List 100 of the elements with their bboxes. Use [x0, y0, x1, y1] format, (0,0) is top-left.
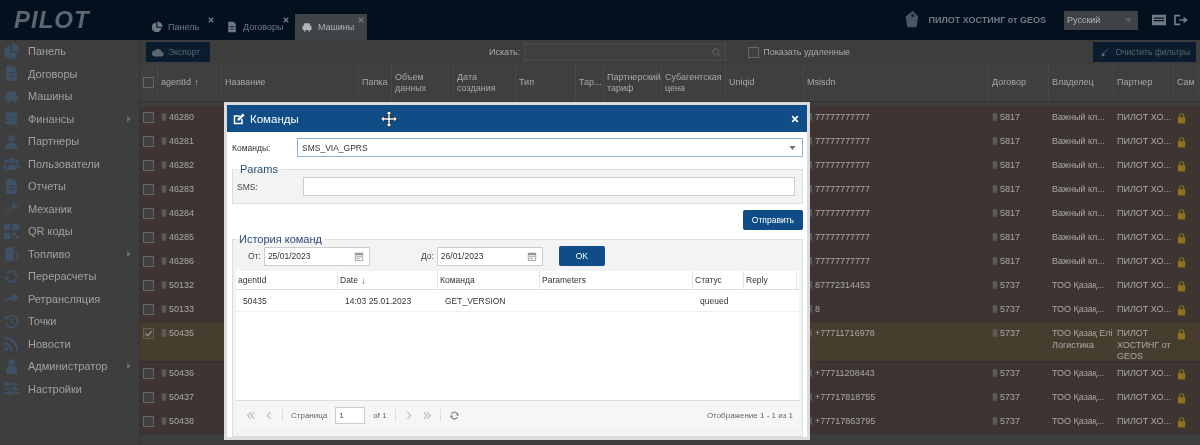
row-checkbox[interactable] [143, 256, 154, 267]
table-cell-text: GET_VERSION [444, 294, 507, 308]
ok-button[interactable]: OK [558, 246, 605, 266]
column-header[interactable]: Название [222, 64, 359, 101]
sidebar-item[interactable]: Партнеры [0, 130, 139, 153]
column-header[interactable]: Статус [693, 271, 744, 289]
table-cell: ПИЛОТ ХО... [1117, 112, 1172, 124]
close-icon[interactable] [283, 17, 289, 23]
sidebar-item[interactable]: Новости [0, 332, 139, 355]
sidebar-item[interactable]: QR коды [0, 220, 139, 243]
table-cell: ТОО Қазақ... [1052, 304, 1105, 316]
date-field[interactable]: 25/01/2023 [263, 246, 370, 266]
column-header[interactable]: Reply [744, 271, 797, 289]
sidebar-item[interactable]: Точки [0, 310, 139, 333]
coins-icon [3, 110, 20, 128]
row-checkbox[interactable] [143, 232, 154, 243]
sidebar-item[interactable]: Машины [0, 85, 139, 108]
table-cell-text: ПИЛОТ ХОСТИНГ от GEOS [1117, 328, 1172, 361]
lock-icon [1177, 280, 1186, 292]
row-checkbox[interactable] [143, 304, 154, 315]
sidebar-item[interactable]: Отчеты [0, 175, 139, 198]
search-icon [712, 47, 722, 57]
sidebar-item[interactable]: Ретрансляция [0, 287, 139, 310]
sidebar-item[interactable]: Топливо [0, 242, 139, 265]
column-header[interactable]: Тип [516, 64, 576, 101]
tab[interactable]: Машины [295, 14, 367, 40]
sidebar-item[interactable]: Финансы [0, 107, 139, 130]
table-cell: 46281 [169, 136, 195, 146]
sidebar-item[interactable]: Перерасчеты [0, 265, 139, 288]
table-cell: ПИЛОТ ХО... [1117, 368, 1172, 380]
row-checkbox[interactable] [143, 208, 154, 219]
table-cell: 50435 [169, 328, 195, 338]
field-label: От: [248, 251, 261, 261]
calendar-icon[interactable] [526, 251, 537, 261]
column-header[interactable]: Тар... [576, 64, 604, 101]
page-count: of 1 [373, 410, 387, 420]
logout-icon[interactable] [1174, 14, 1188, 26]
command-select[interactable]: SMS_VIA_GPRS [297, 138, 803, 157]
column-header[interactable]: Сам [1174, 64, 1199, 101]
table-cell: ТОО Қазақ... [1052, 368, 1105, 380]
table-cell: ПИЛОТ ХО... [1117, 184, 1172, 196]
column-header[interactable]: Объем данных [392, 64, 454, 101]
checkbox[interactable] [748, 46, 760, 58]
sidebar-item[interactable]: Пользователи [0, 152, 139, 175]
refresh-icon[interactable] [448, 409, 460, 421]
column-header[interactable]: Папка [359, 64, 392, 101]
table-cell: 77777777777 [815, 184, 871, 194]
column-header[interactable]: Партнерский тариф [604, 64, 662, 101]
table-cell: 46286 [169, 256, 195, 266]
row-checkbox[interactable] [143, 416, 154, 427]
date-field[interactable]: 26/01/2023 [436, 246, 543, 266]
sidebar-item[interactable]: Администратор [0, 355, 139, 378]
column-header[interactable]: agentId [236, 271, 338, 289]
sms-input-field[interactable] [303, 177, 795, 196]
column-header[interactable]: Date ↓ [338, 271, 438, 289]
first-page-icon[interactable] [246, 410, 256, 420]
previous-page-icon[interactable] [264, 410, 274, 420]
row-checkbox[interactable] [143, 136, 154, 147]
column-header[interactable]: Дата создания [454, 64, 516, 101]
column-header[interactable]: Msisdn [804, 64, 989, 101]
export-button[interactable]: Экспорт [146, 42, 210, 62]
sidebar-item[interactable]: Договоры [0, 62, 139, 85]
close-icon[interactable] [208, 17, 214, 23]
car-icon [301, 21, 313, 33]
sliders-icon [3, 380, 20, 398]
table-cell: Важный кл... [1052, 208, 1105, 220]
column-header[interactable]: agentId ↑ [158, 64, 222, 101]
table-cell: 5817 [1000, 184, 1021, 194]
row-checkbox[interactable] [143, 184, 154, 195]
sidebar-item[interactable]: Механик [0, 197, 139, 220]
column-header[interactable]: Договор [989, 64, 1049, 101]
column-header[interactable]: Владелец [1049, 64, 1114, 101]
sidebar-item[interactable]: Панель [0, 40, 139, 63]
sidebar-item[interactable]: Настройки [0, 377, 139, 400]
page-number-field[interactable]: 1 [335, 406, 366, 424]
clear-filters-button[interactable]: Очистить фильтры [1093, 42, 1196, 62]
table-cell-text: 50435 [242, 294, 268, 308]
send-button[interactable]: Отправить [742, 210, 803, 230]
column-header[interactable]: Субагентская цена [662, 64, 726, 101]
column-header[interactable]: Uniqid [726, 64, 804, 101]
last-page-icon[interactable] [421, 410, 432, 420]
search-field[interactable] [524, 43, 727, 61]
column-header[interactable]: Партнер [1114, 64, 1174, 101]
table-cell: Важный кл... [1052, 136, 1105, 148]
row-checkbox[interactable] [143, 392, 154, 403]
select-all-checkbox[interactable] [143, 77, 154, 88]
card-icon[interactable] [1152, 14, 1166, 26]
column-header[interactable]: Команда [438, 271, 540, 289]
row-checkbox[interactable] [143, 328, 154, 339]
row-checkbox[interactable] [143, 112, 154, 123]
lock-icon [1177, 368, 1186, 380]
language-select[interactable]: Русский [1064, 10, 1138, 30]
row-checkbox[interactable] [143, 160, 154, 171]
row-checkbox[interactable] [143, 368, 154, 379]
table-cell: 46283 [169, 184, 195, 194]
calendar-icon[interactable] [353, 251, 364, 261]
table-cell: ТОО Қазақ... [1052, 416, 1105, 428]
column-header[interactable]: Parameters [540, 271, 693, 289]
row-checkbox[interactable] [143, 280, 154, 291]
dialog-title-bar[interactable]: Команды [227, 105, 807, 132]
